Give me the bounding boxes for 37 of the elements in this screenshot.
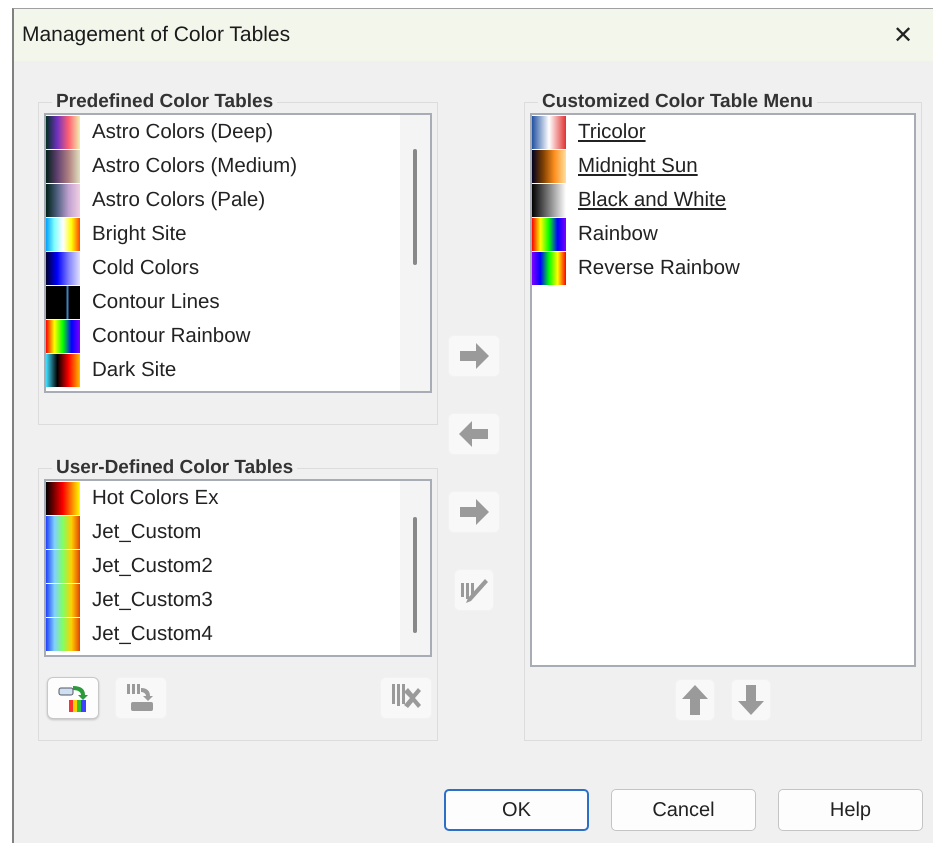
color-table-name[interactable]: Hot Colors Ex bbox=[92, 486, 218, 510]
color-table-name[interactable]: Contour Lines bbox=[92, 290, 220, 314]
color-table-name[interactable]: Rainbow bbox=[578, 222, 658, 246]
color-table-list[interactable]: Astro Colors (Deep) Astro Colors (Medium) Astro Colors (Pale) Bright Site Cold Colors Contour Lines Contour Rainbow Dark Site bbox=[44, 113, 432, 393]
down-arrow-icon bbox=[736, 684, 766, 716]
window-title: Management of Color Tables bbox=[22, 23, 290, 47]
right-arrow-icon bbox=[458, 341, 490, 371]
up-arrow-icon bbox=[680, 684, 710, 716]
right-arrow-icon bbox=[458, 497, 490, 527]
color-table-name[interactable]: Jet_Custom3 bbox=[92, 588, 213, 612]
dialog-button[interactable]: Cancel bbox=[611, 789, 756, 831]
scrollbar-thumb[interactable] bbox=[413, 517, 417, 633]
color-table-name[interactable]: Astro Colors (Deep) bbox=[92, 120, 274, 144]
color-table-list[interactable]: Tricolor Midnight Sun Black and White Rainbow Reverse Rainbow bbox=[530, 113, 916, 667]
color-table-list[interactable]: Hot Colors Ex Jet_Custom Jet_Custom2 Jet_Custom3 Jet_Custom4 bbox=[44, 479, 432, 657]
color-table-name[interactable]: Midnight Sun bbox=[578, 154, 698, 178]
close-button[interactable]: ✕ bbox=[883, 15, 923, 55]
color-table-name[interactable]: Jet_Custom4 bbox=[92, 622, 213, 646]
color-table-name[interactable]: Jet_Custom2 bbox=[92, 554, 213, 578]
color-table-name[interactable]: Contour Rainbow bbox=[92, 324, 250, 348]
scrollbar-thumb[interactable] bbox=[413, 149, 417, 265]
color-table-name[interactable]: Bright Site bbox=[92, 222, 187, 246]
color-table-name[interactable]: Jet_Custom bbox=[92, 520, 202, 544]
import-button[interactable] bbox=[47, 677, 99, 719]
dialog-button[interactable]: OK bbox=[444, 789, 589, 831]
dialog-button[interactable]: Help bbox=[778, 789, 923, 831]
group-title: Customized Color Table Menu bbox=[541, 91, 814, 113]
color-table-name[interactable]: Black and White bbox=[578, 188, 726, 212]
color-table-name[interactable]: Tricolor bbox=[578, 120, 646, 144]
color-table-name[interactable]: Dark Site bbox=[92, 358, 176, 382]
left-arrow-icon bbox=[458, 419, 490, 449]
color-table-name[interactable]: Cold Colors bbox=[92, 256, 200, 280]
group-title: Predefined Color Tables bbox=[55, 91, 274, 113]
color-table-name[interactable]: Reverse Rainbow bbox=[578, 256, 740, 280]
group-title: User-Defined Color Tables bbox=[55, 457, 294, 479]
color-table-name[interactable]: Astro Colors (Medium) bbox=[92, 154, 298, 178]
color-table-name[interactable]: Astro Colors (Pale) bbox=[92, 188, 266, 212]
